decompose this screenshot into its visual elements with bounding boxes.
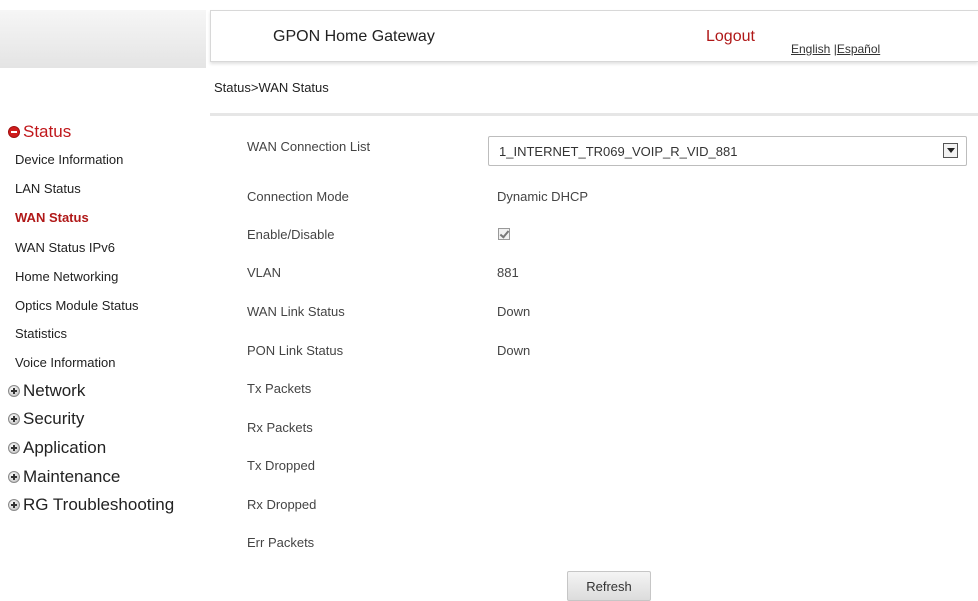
breadcrumb: Status>WAN Status xyxy=(214,80,329,95)
nav-group-application[interactable]: Application xyxy=(8,438,106,458)
logo-area xyxy=(0,10,206,68)
nav-group-label: RG Troubleshooting xyxy=(23,495,175,514)
lang-spanish-link[interactable]: Español xyxy=(837,42,880,56)
collapse-icon xyxy=(8,126,20,138)
expand-icon xyxy=(8,442,20,454)
nav-group-security[interactable]: Security xyxy=(8,409,84,429)
tx-packets-label: Tx Packets xyxy=(247,381,312,396)
sidebar-item-statistics[interactable]: Statistics xyxy=(15,326,67,341)
tx-dropped-label: Tx Dropped xyxy=(247,458,315,473)
enable-checkbox[interactable] xyxy=(498,228,510,240)
wan-connection-selected: 1_INTERNET_TR069_VOIP_R_VID_881 xyxy=(499,144,738,159)
nav-group-rg-troubleshooting[interactable]: RG Troubleshooting xyxy=(8,495,174,515)
sidebar-item-optics-module-status[interactable]: Optics Module Status xyxy=(15,298,139,313)
vlan-value: 881 xyxy=(497,265,519,280)
pon-link-status-value: Down xyxy=(497,343,531,358)
connection-mode-value: Dynamic DHCP xyxy=(497,189,589,204)
wan-connection-list-label: WAN Connection List xyxy=(247,139,371,154)
divider xyxy=(210,113,978,116)
connection-mode-label: Connection Mode xyxy=(247,189,349,204)
vlan-label: VLAN xyxy=(247,265,281,280)
expand-icon xyxy=(8,471,20,483)
sidebar-item-wan-status-ipv6[interactable]: WAN Status IPv6 xyxy=(15,240,115,255)
sidebar-item-device-information[interactable]: Device Information xyxy=(15,152,123,167)
language-switcher: English |Español xyxy=(791,42,880,56)
nav-group-label: Application xyxy=(23,438,107,457)
nav-group-label: Security xyxy=(23,409,85,428)
enable-disable-label: Enable/Disable xyxy=(247,227,335,242)
lang-english-link[interactable]: English xyxy=(791,42,830,56)
wan-link-status-label: WAN Link Status xyxy=(247,304,345,319)
nav-group-label: Maintenance xyxy=(23,467,121,486)
rx-packets-label: Rx Packets xyxy=(247,420,313,435)
sidebar-item-wan-status[interactable]: WAN Status xyxy=(15,210,89,225)
expand-icon xyxy=(8,413,20,425)
err-packets-label: Err Packets xyxy=(247,535,315,550)
sidebar-item-voice-information[interactable]: Voice Information xyxy=(15,355,115,370)
expand-icon xyxy=(8,499,20,511)
nav-group-label: Network xyxy=(23,381,86,400)
sidebar-item-lan-status[interactable]: LAN Status xyxy=(15,181,81,196)
rx-dropped-label: Rx Dropped xyxy=(247,497,317,512)
pon-link-status-label: PON Link Status xyxy=(247,343,344,358)
wan-link-status-value: Down xyxy=(497,304,531,319)
sidebar-item-home-networking[interactable]: Home Networking xyxy=(15,269,118,284)
nav-group-network[interactable]: Network xyxy=(8,381,85,401)
nav-group-status[interactable]: Status xyxy=(8,122,71,142)
header-bar: GPON Home Gateway Logout English |Españo… xyxy=(210,10,978,62)
nav-group-label: Status xyxy=(23,122,72,141)
refresh-button[interactable]: Refresh xyxy=(567,571,651,601)
expand-icon xyxy=(8,385,20,397)
chevron-down-icon xyxy=(943,143,958,158)
gateway-title: GPON Home Gateway xyxy=(273,28,435,45)
wan-connection-select[interactable]: 1_INTERNET_TR069_VOIP_R_VID_881 xyxy=(488,136,967,166)
logout-link[interactable]: Logout xyxy=(706,28,755,46)
nav-group-maintenance[interactable]: Maintenance xyxy=(8,467,120,487)
